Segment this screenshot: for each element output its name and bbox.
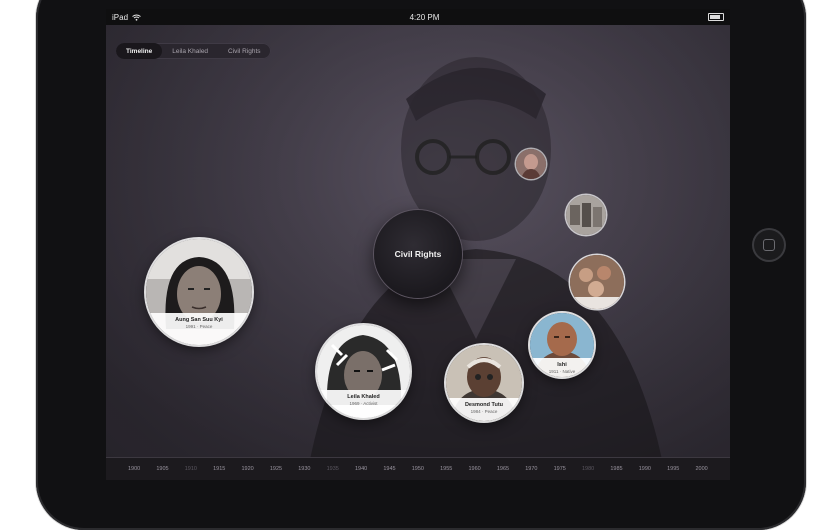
timeline-year[interactable]: 1920	[242, 466, 254, 472]
timeline-year[interactable]: 1925	[270, 466, 282, 472]
person-name: Aung San Suu Kyi	[175, 317, 223, 324]
timeline-year[interactable]: 1905	[156, 466, 168, 472]
topic-bubble-civil-rights[interactable]: Civil Rights	[374, 210, 462, 298]
status-time: 4:20 PM	[409, 12, 440, 22]
person-bubble-small-3[interactable]	[570, 255, 624, 309]
person-bubble-ishi[interactable]: Ishi 1911 · Native	[530, 313, 594, 377]
bubble-caption: Leila Khaled 1969 · Activist	[317, 390, 410, 418]
timeline-year[interactable]: 1935	[327, 466, 339, 472]
timeline-year[interactable]: 1940	[355, 466, 367, 472]
person-bubble-small-1[interactable]	[516, 149, 546, 179]
timeline-year[interactable]: 1970	[525, 466, 537, 472]
timeline-year[interactable]: 1955	[440, 466, 452, 472]
tab-label: Timeline	[126, 47, 153, 55]
tab-label: Civil Rights	[228, 47, 261, 55]
person-bubble-desmond-tutu[interactable]: Desmond Tutu 1984 · Peace	[446, 345, 522, 421]
bubble-caption: Aung San Suu Kyi 1991 · Peace	[146, 313, 252, 345]
person-meta: 1969 · Activist	[349, 401, 378, 407]
battery-icon	[708, 13, 724, 21]
person-bubble-leila-khaled[interactable]: Leila Khaled 1969 · Activist	[317, 325, 410, 418]
timeline-year[interactable]: 1900	[128, 466, 140, 472]
portrait-photo	[566, 195, 606, 235]
timeline-year[interactable]: 2000	[696, 466, 708, 472]
timeline-year[interactable]: 1960	[469, 466, 481, 472]
topic-label: Civil Rights	[394, 249, 442, 259]
person-meta: 1911 · Native	[548, 368, 576, 374]
person-bubble-aung-san-suu-kyi[interactable]: Aung San Suu Kyi 1991 · Peace	[146, 239, 252, 345]
tab-timeline[interactable]: Timeline	[116, 43, 163, 59]
tab-civil-rights[interactable]: Civil Rights	[218, 43, 271, 59]
timeline-year[interactable]: 1915	[213, 466, 225, 472]
portrait-photo	[516, 149, 546, 179]
timeline-year[interactable]: 1995	[667, 466, 679, 472]
person-meta: 1991 · Peace	[185, 324, 213, 330]
bubble-caption: Ishi 1911 · Native	[530, 357, 594, 377]
person-name: Ishi	[557, 361, 567, 368]
tab-label: Leila Khaled	[172, 47, 209, 55]
app-screen: iPad 4:20 PM Timeline Leila Khaled Civil…	[106, 9, 730, 480]
person-meta: 1984 · Peace	[470, 409, 498, 415]
timeline-year[interactable]: 1950	[412, 466, 424, 472]
tab-leila-khaled[interactable]: Leila Khaled	[162, 43, 218, 59]
bubble-caption: Desmond Tutu 1984 · Peace	[446, 398, 522, 421]
person-name: Desmond Tutu	[464, 402, 504, 409]
top-tab-bar: Timeline Leila Khaled Civil Rights	[116, 43, 271, 59]
timeline-year[interactable]: 1930	[298, 466, 310, 472]
home-button[interactable]	[752, 228, 786, 262]
timeline-year[interactable]: 1945	[383, 466, 395, 472]
home-button-icon	[763, 239, 775, 251]
person-bubble-small-2[interactable]	[566, 195, 606, 235]
wifi-icon	[132, 14, 141, 21]
timeline-year[interactable]: 1910	[185, 466, 197, 472]
person-name: Leila Khaled	[347, 394, 380, 401]
timeline-year[interactable]: 1975	[554, 466, 566, 472]
timeline-year[interactable]: 1965	[497, 466, 509, 472]
timeline-bar: 1900 1905 1910 1915 1920 1925 1930 1935 …	[106, 457, 730, 480]
portrait-photo	[570, 255, 624, 309]
timeline-year[interactable]: 1985	[610, 466, 622, 472]
timeline-year[interactable]: 1980	[582, 466, 594, 472]
timeline-year[interactable]: 1990	[639, 466, 651, 472]
status-bar: iPad 4:20 PM	[106, 9, 730, 25]
carrier-label: iPad	[112, 12, 129, 22]
